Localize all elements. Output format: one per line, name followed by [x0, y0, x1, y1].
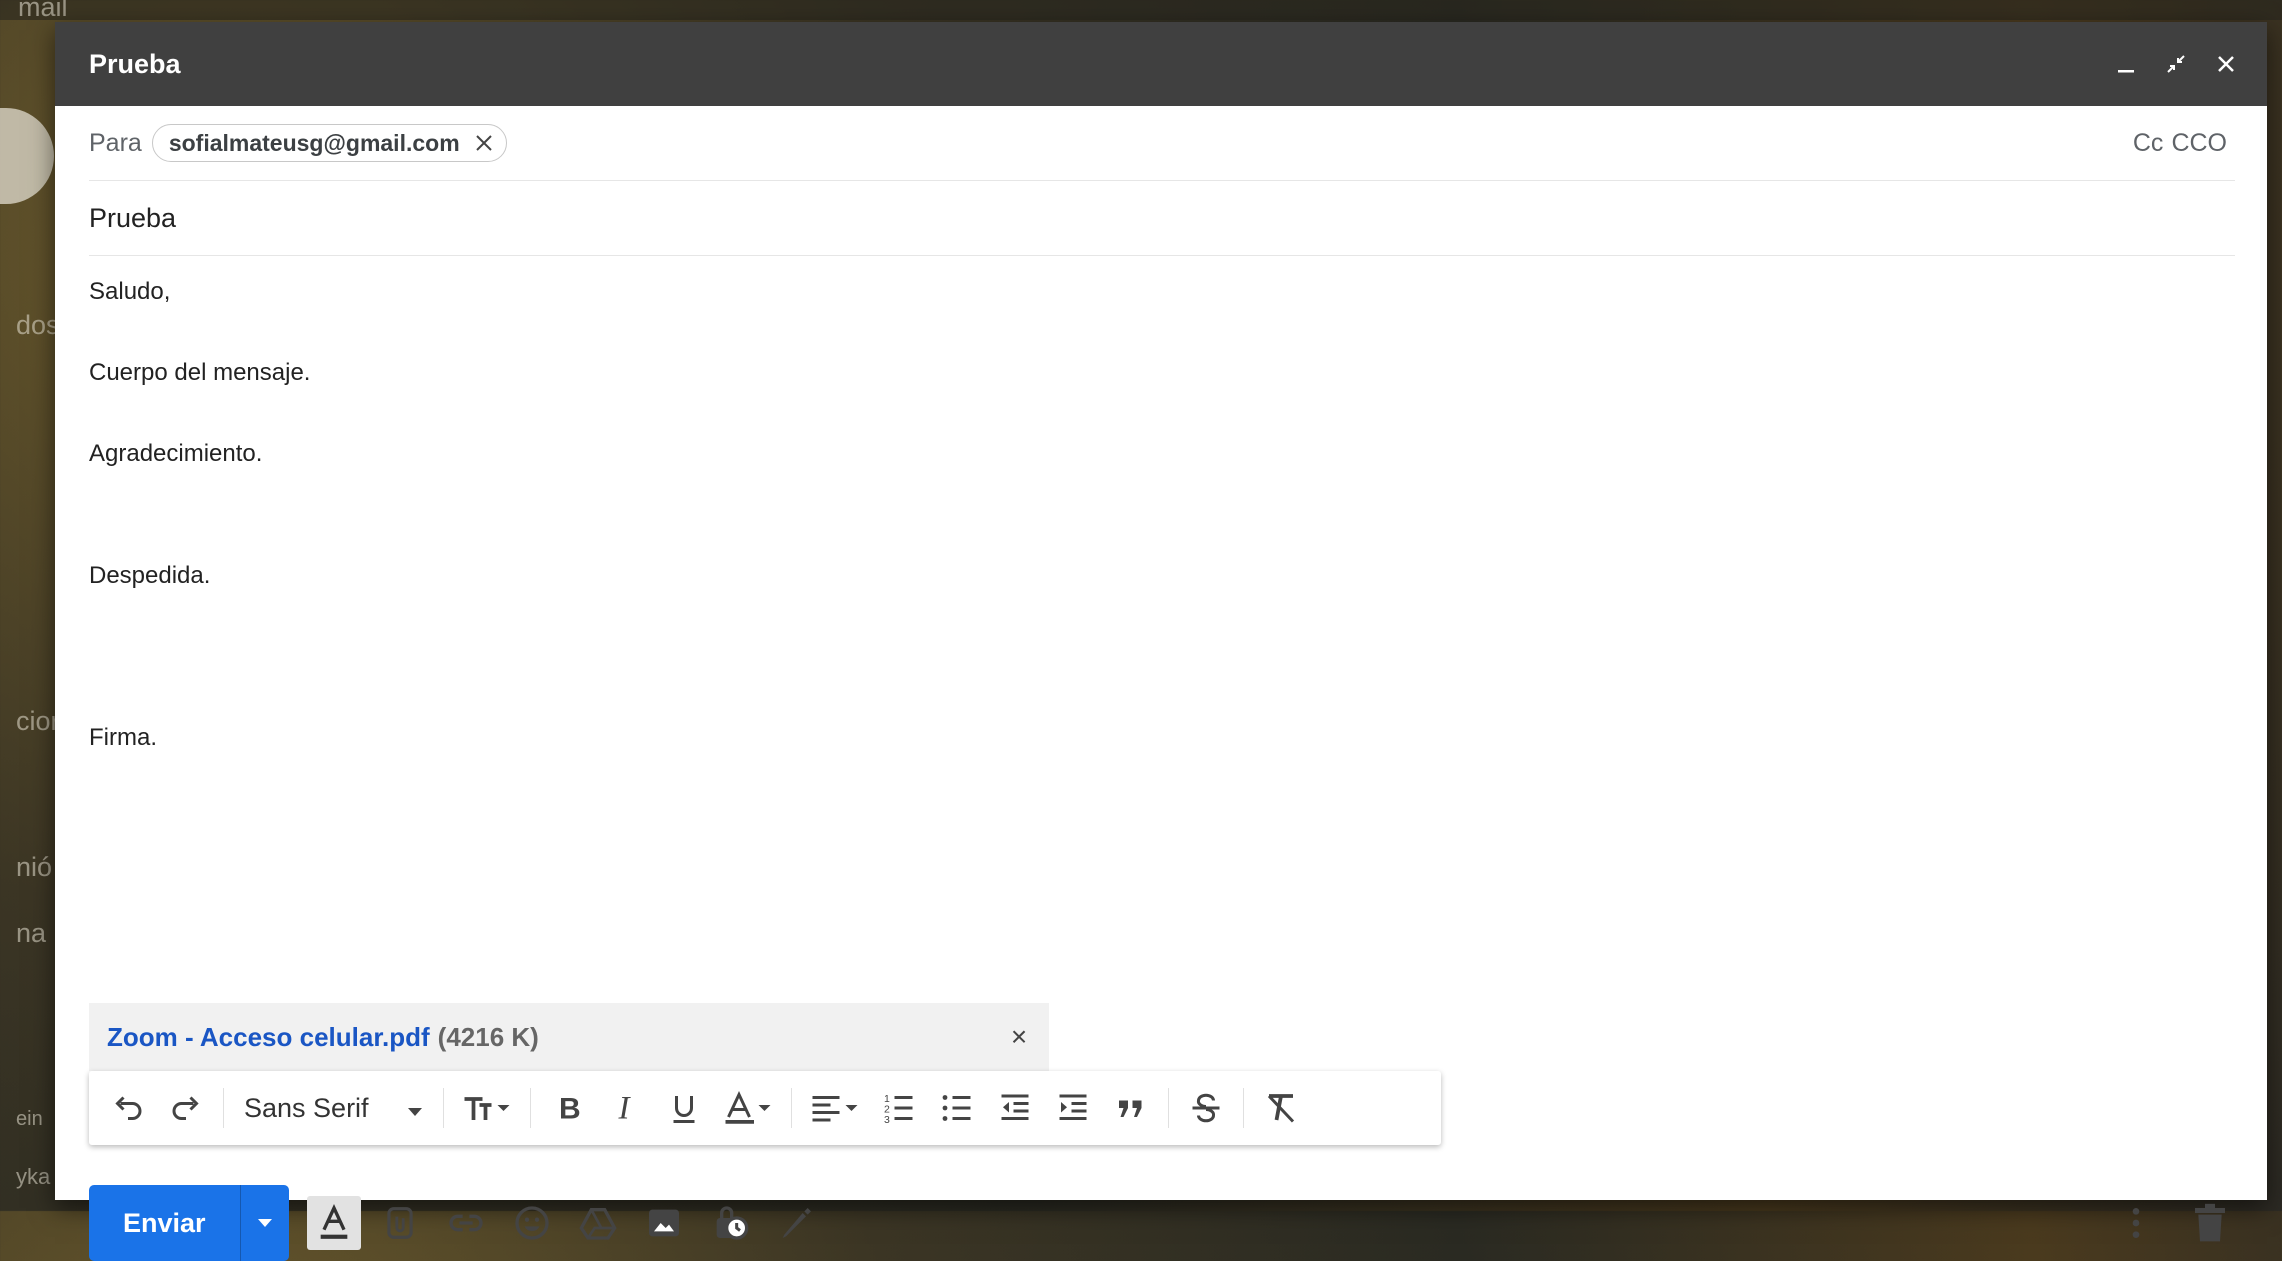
remove-attachment-icon[interactable]: ×	[1007, 1021, 1031, 1052]
insert-photo-icon[interactable]	[637, 1196, 691, 1250]
clear-formatting-icon[interactable]	[1254, 1081, 1308, 1135]
attachment-name[interactable]: Zoom - Acceso celular.pdf	[107, 1022, 430, 1053]
background-header	[0, 0, 2282, 20]
background-compose-button	[0, 108, 54, 204]
toolbar-separator	[1242, 1088, 1244, 1128]
send-button[interactable]: Enviar	[89, 1185, 240, 1261]
background-text: nió	[16, 852, 53, 882]
body-line: Cuerpo del mensaje.	[89, 359, 311, 386]
signature-icon[interactable]	[769, 1196, 823, 1250]
bulleted-list-icon[interactable]	[930, 1081, 984, 1135]
to-row: Para sofialmateusg@gmail.com Cc CCO	[89, 106, 2235, 181]
background-text: yka	[16, 1164, 51, 1189]
bold-icon[interactable]: B	[541, 1081, 595, 1135]
exit-fullscreen-icon[interactable]	[2163, 51, 2189, 77]
toolbar-separator	[529, 1088, 531, 1128]
compose-title: Prueba	[89, 48, 181, 79]
font-family-select[interactable]: Sans Serif	[234, 1081, 433, 1135]
background-text: cior	[16, 706, 60, 736]
background-text: dos	[16, 310, 60, 340]
compose-titlebar[interactable]: Prueba	[55, 22, 2267, 106]
google-drive-icon[interactable]	[571, 1196, 625, 1250]
body-line: Agradecimiento.	[89, 440, 263, 467]
recipient-email: sofialmateusg@gmail.com	[168, 129, 460, 156]
chevron-down-icon	[257, 1219, 272, 1227]
background-text: ein	[16, 1108, 43, 1130]
strikethrough-icon[interactable]	[1179, 1081, 1233, 1135]
discard-draft-icon[interactable]	[2183, 1196, 2237, 1250]
indent-less-icon[interactable]	[988, 1081, 1042, 1135]
formatting-options-icon[interactable]	[306, 1196, 361, 1250]
to-input[interactable]	[507, 106, 2133, 180]
more-options-icon[interactable]	[2109, 1196, 2163, 1250]
underline-icon[interactable]	[657, 1081, 711, 1135]
toolbar-separator	[442, 1088, 444, 1128]
text-color-icon[interactable]	[715, 1081, 781, 1135]
attachment-chip[interactable]: Zoom - Acceso celular.pdf (4216 K) ×	[89, 1003, 1049, 1071]
recipient-chip[interactable]: sofialmateusg@gmail.com	[151, 124, 507, 162]
font-size-icon[interactable]	[454, 1081, 520, 1135]
quote-icon[interactable]	[1104, 1081, 1158, 1135]
close-icon[interactable]	[2213, 51, 2239, 77]
compose-bottom-bar: Enviar	[89, 1185, 2237, 1261]
background-text: na	[16, 918, 47, 948]
toolbar-separator	[1167, 1088, 1169, 1128]
cc-link[interactable]: Cc	[2133, 129, 2164, 158]
toolbar-separator	[790, 1088, 792, 1128]
svg-text:B: B	[559, 1093, 581, 1126]
toolbar-separator	[223, 1088, 224, 1128]
send-button-group: Enviar	[89, 1185, 289, 1261]
window-controls	[2113, 51, 2267, 77]
attach-file-icon[interactable]	[373, 1196, 427, 1250]
background-text: mail	[18, 0, 68, 22]
align-icon[interactable]	[802, 1081, 868, 1135]
italic-icon[interactable]: I	[599, 1081, 653, 1135]
subject-field[interactable]: Prueba	[89, 181, 2235, 256]
compose-dialog: Prueba Para sofialmateusg@gmail.com Cc C…	[55, 22, 2267, 1261]
redo-icon[interactable]	[159, 1081, 213, 1135]
indent-more-icon[interactable]	[1046, 1081, 1100, 1135]
formatting-toolbar: Sans Serif B I 1 2 3	[89, 1071, 1441, 1145]
bcc-link[interactable]: CCO	[2171, 129, 2227, 158]
chevron-down-icon	[407, 1093, 423, 1124]
remove-recipient-icon[interactable]	[472, 131, 496, 155]
confidential-mode-icon[interactable]	[703, 1196, 757, 1250]
to-label: Para	[89, 128, 142, 157]
insert-link-icon[interactable]	[439, 1196, 493, 1250]
svg-text:I: I	[617, 1091, 631, 1127]
numbered-list-icon[interactable]: 123	[872, 1081, 926, 1135]
send-options-button[interactable]	[239, 1185, 289, 1261]
svg-text:3: 3	[884, 1114, 890, 1126]
subject-text: Prueba	[89, 202, 177, 233]
attachment-size: (4216 K)	[437, 1021, 539, 1052]
compose-right-actions	[2109, 1196, 2237, 1250]
body-line: Despedida.	[89, 562, 211, 589]
message-body[interactable]: Saludo, Cuerpo del mensaje. Agradecimien…	[89, 256, 2235, 1261]
emoji-icon[interactable]	[505, 1196, 559, 1250]
body-line: Saludo,	[89, 278, 171, 305]
body-line: Firma.	[89, 724, 157, 751]
undo-icon[interactable]	[101, 1081, 155, 1135]
font-family-value: Sans Serif	[244, 1092, 369, 1123]
minimize-icon[interactable]	[2113, 51, 2139, 77]
compose-actions	[306, 1196, 823, 1250]
